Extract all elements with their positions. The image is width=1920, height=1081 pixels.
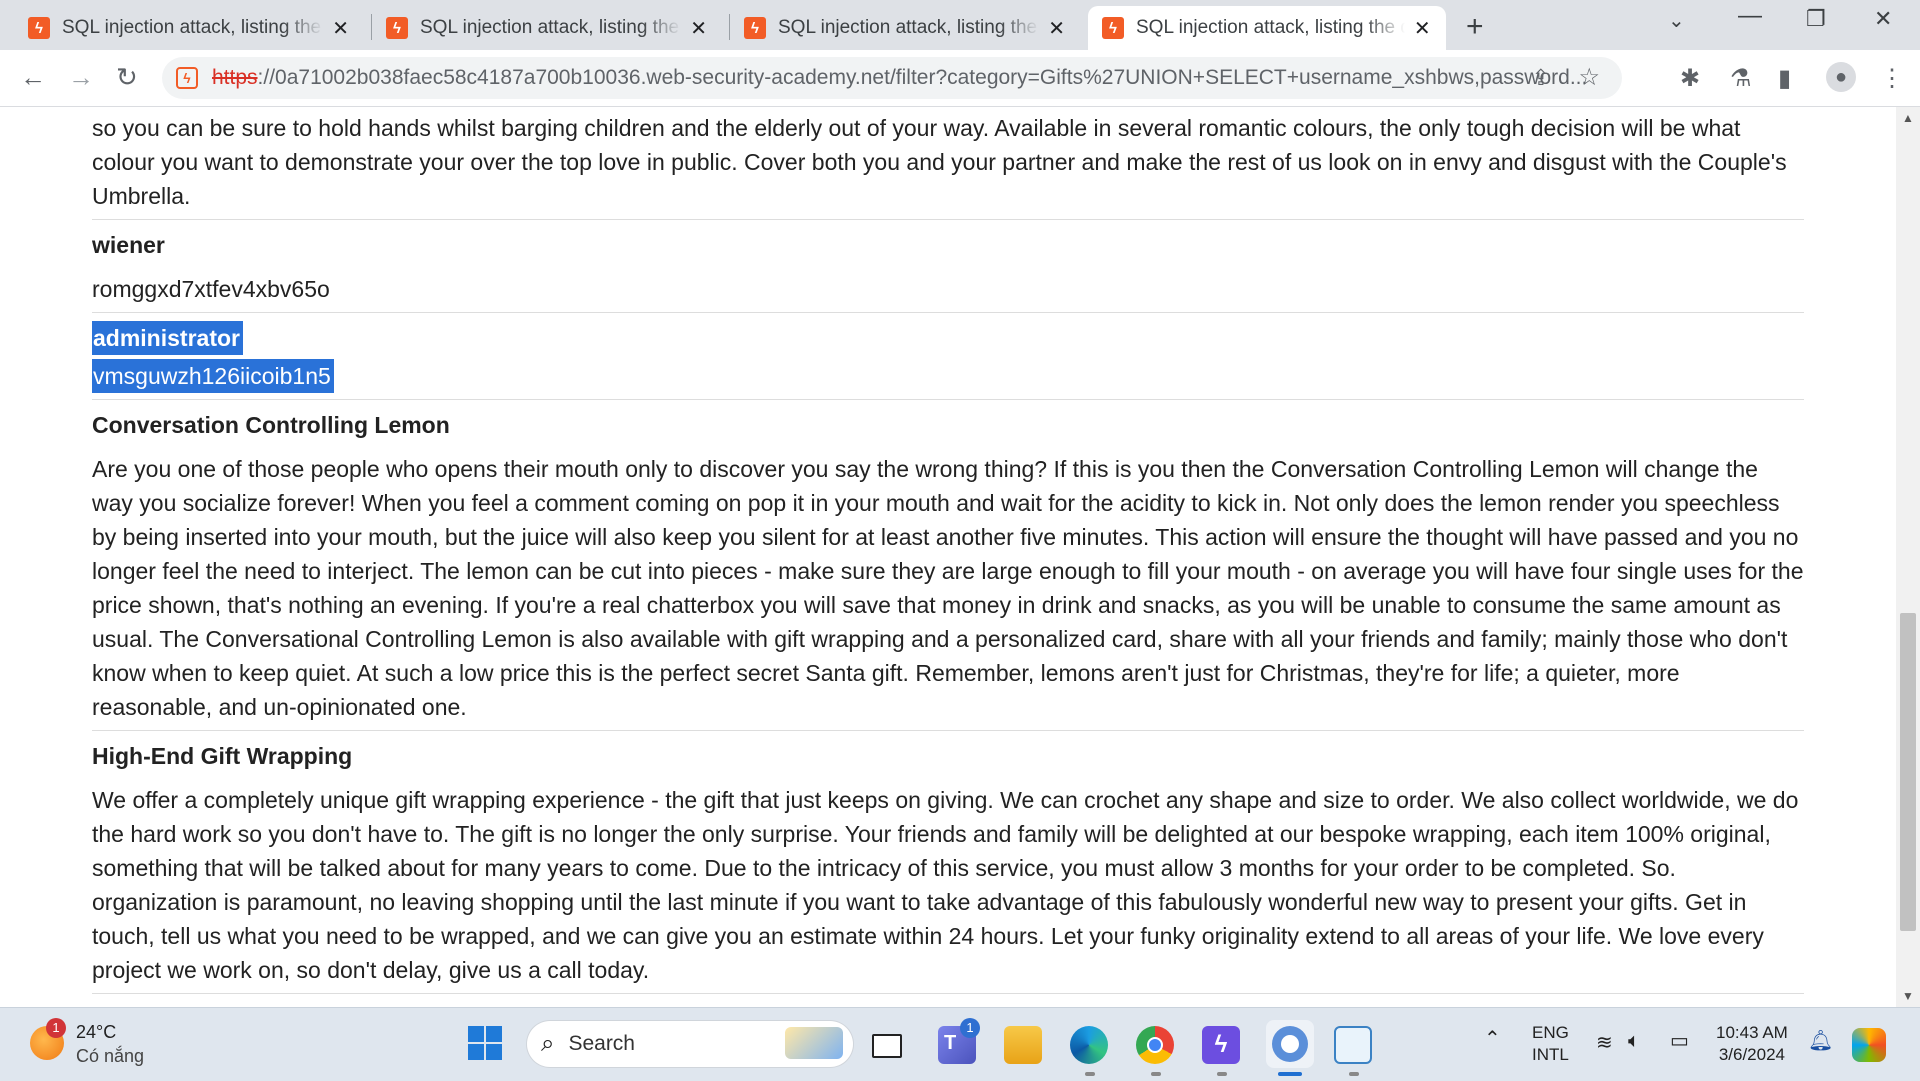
close-window-icon[interactable]: ✕ — [1874, 6, 1892, 32]
copilot-icon[interactable] — [1852, 1028, 1886, 1062]
search-icon: ⌕ — [541, 1030, 555, 1057]
url-text[interactable]: https://0a71002b038faec58c4187a700b10036… — [212, 66, 1592, 90]
username-cell-selected: administrator — [92, 321, 243, 355]
back-icon[interactable]: ← — [20, 62, 46, 93]
product-name: Conversation Controlling Lemon — [92, 412, 450, 438]
running-indicator — [1151, 1072, 1161, 1076]
task-view-icon[interactable] — [872, 1034, 902, 1058]
search-label: Search — [568, 1032, 635, 1055]
browser-tab[interactable]: ϟ SQL injection attack, listing the d ✕ — [372, 6, 722, 50]
address-bar[interactable]: ϟ https://0a71002b038faec58c4187a700b100… — [162, 57, 1622, 99]
tab-close-icon[interactable]: ✕ — [1411, 16, 1434, 41]
clock[interactable]: 10:43 AM 3/6/2024 — [1716, 1022, 1788, 1066]
notification-bell-icon[interactable]: 🔔︎ — [1808, 1030, 1833, 1052]
weather-sun-icon: 1 — [30, 1018, 66, 1060]
file-explorer-icon[interactable] — [1004, 1026, 1042, 1064]
browser-tab-active[interactable]: ϟ SQL injection attack, listing the d ✕ — [1088, 6, 1446, 50]
windows-start-icon[interactable] — [468, 1026, 502, 1060]
running-indicator — [1217, 1072, 1227, 1076]
active-indicator — [1278, 1072, 1302, 1076]
results-table: so you can be sure to hold hands whilst … — [92, 107, 1804, 1002]
vertical-scrollbar[interactable]: ▲ ▼ — [1896, 107, 1920, 1007]
product-description: Are you one of those people who opens th… — [92, 456, 1804, 720]
running-indicator — [1349, 1072, 1359, 1076]
scroll-up-icon[interactable]: ▲ — [1902, 111, 1914, 125]
minimize-icon[interactable]: — — [1738, 2, 1762, 30]
username-cell: wiener — [92, 232, 165, 258]
weather-widget[interactable]: 1 24°C Có nắng — [30, 1018, 145, 1068]
notification-badge: 1 — [46, 1018, 66, 1038]
profile-avatar-icon[interactable]: ● — [1826, 62, 1856, 92]
tab-close-icon[interactable]: ✕ — [687, 16, 710, 41]
extensions-icon[interactable]: ✱ — [1680, 64, 1700, 93]
row-divider — [92, 993, 1804, 994]
tab-search-chevron-icon[interactable]: ⌄ — [1668, 8, 1685, 33]
wifi-icon[interactable]: ≋ — [1596, 1032, 1613, 1054]
share-icon[interactable]: ⇪ — [1532, 65, 1550, 91]
teams-icon[interactable]: T 1 — [938, 1018, 980, 1064]
bookmark-star-icon[interactable]: ☆ — [1578, 63, 1600, 92]
search-highlight-icon — [785, 1027, 843, 1059]
tab-title: SQL injection attack, listing the d — [62, 17, 324, 38]
row-divider — [92, 730, 1804, 731]
not-secure-icon[interactable]: ϟ — [176, 67, 198, 89]
weather-description: Có nắng — [76, 1046, 145, 1066]
browser-tab[interactable]: ϟ SQL injection attack, listing the d ✕ — [730, 6, 1080, 50]
language-indicator[interactable]: ENG INTL — [1532, 1022, 1569, 1066]
tab-title: SQL injection attack, listing the d — [1136, 17, 1405, 38]
tab-close-icon[interactable]: ✕ — [329, 16, 352, 41]
chrome-icon[interactable] — [1136, 1026, 1174, 1064]
menu-kebab-icon[interactable]: ⋮ — [1880, 64, 1904, 93]
show-hidden-icons-chevron-icon[interactable]: ⌃ — [1484, 1028, 1501, 1050]
tab-title: SQL injection attack, listing the d — [420, 17, 682, 38]
tab-close-icon[interactable]: ✕ — [1045, 16, 1068, 41]
windows-taskbar: 1 24°C Có nắng ⌕ Search T 1 ϟ ⌃ ENG INTL — [0, 1007, 1920, 1081]
restore-icon[interactable]: ❐ — [1806, 6, 1826, 32]
taskbar-search-box[interactable]: ⌕ Search — [527, 1021, 853, 1067]
scroll-down-icon[interactable]: ▼ — [1902, 989, 1914, 1003]
scrollbar-thumb[interactable] — [1900, 613, 1916, 931]
tab-title: SQL injection attack, listing the d — [778, 17, 1040, 38]
forward-icon[interactable]: → — [68, 62, 94, 93]
new-tab-button[interactable]: + — [1466, 10, 1484, 44]
product-description: so you can be sure to hold hands whilst … — [92, 115, 1787, 209]
password-cell-selected: vmsguwzh126iicoib1n5 — [92, 359, 334, 393]
browser-tab[interactable]: ϟ SQL injection attack, listing the d ✕ — [14, 6, 364, 50]
web-security-academy-favicon-icon: ϟ — [1102, 17, 1124, 39]
row-divider — [92, 312, 1804, 313]
battery-icon[interactable]: ▭ — [1670, 1030, 1689, 1052]
labs-flask-icon[interactable]: ⚗ — [1730, 64, 1752, 93]
side-panel-icon[interactable]: ▮ — [1778, 64, 1791, 93]
tab-strip: ϟ SQL injection attack, listing the d ✕ … — [0, 0, 1920, 50]
notepad-icon[interactable] — [1334, 1026, 1372, 1064]
password-cell: romggxd7xtfev4xbv65o — [92, 276, 330, 302]
reload-icon[interactable]: ↻ — [116, 62, 138, 93]
product-description: We offer a completely unique gift wrappi… — [92, 787, 1799, 983]
weather-temperature: 24°C — [76, 1022, 117, 1042]
web-security-academy-favicon-icon: ϟ — [28, 17, 50, 39]
volume-icon[interactable]: 🔈︎ — [1628, 1030, 1640, 1052]
teams-badge: 1 — [960, 1018, 980, 1038]
edge-icon[interactable] — [1070, 1026, 1108, 1064]
row-divider — [92, 219, 1804, 220]
running-indicator — [1085, 1072, 1095, 1076]
chrome-active-app-button[interactable] — [1266, 1020, 1314, 1068]
product-name: High-End Gift Wrapping — [92, 743, 353, 769]
browser-toolbar: ← → ↻ ϟ https://0a71002b038faec58c4187a7… — [0, 50, 1920, 107]
row-divider — [92, 399, 1804, 400]
web-security-academy-favicon-icon: ϟ — [744, 17, 766, 39]
web-security-academy-favicon-icon: ϟ — [386, 17, 408, 39]
page-viewport: so you can be sure to hold hands whilst … — [0, 107, 1896, 1007]
burp-suite-icon[interactable]: ϟ — [1202, 1026, 1240, 1064]
